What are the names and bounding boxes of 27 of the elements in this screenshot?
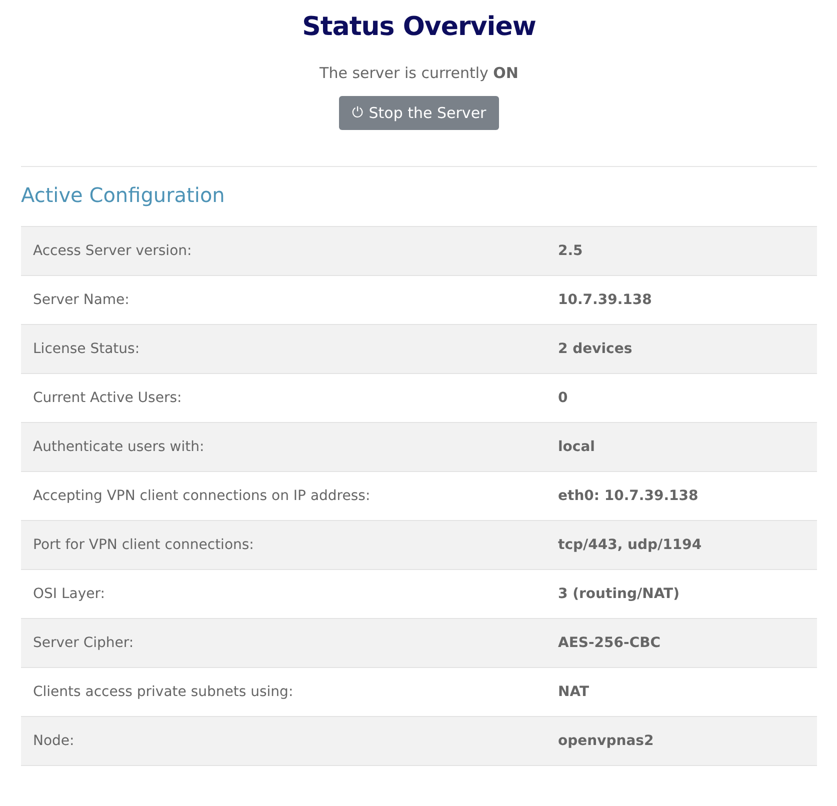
config-label: Port for VPN client connections: xyxy=(32,537,255,553)
config-value: tcp/443, udp/1194 xyxy=(558,537,703,553)
server-status-text: The server is currently ON xyxy=(320,64,518,82)
config-label: Authenticate users with: xyxy=(32,439,206,455)
config-value: 0 xyxy=(558,390,569,406)
config-value: 2.5 xyxy=(558,243,584,259)
config-value: AES-256-CBC xyxy=(558,635,662,651)
config-label: Current Active Users: xyxy=(32,390,183,406)
power-icon: ⏻ xyxy=(352,105,363,121)
config-label: Server Cipher: xyxy=(32,635,135,651)
config-label: Server Name: xyxy=(32,292,130,308)
config-label: Clients access private subnets using: xyxy=(32,684,294,700)
config-value: local xyxy=(558,439,596,455)
config-value: openvpnas2 xyxy=(558,733,655,749)
config-value: NAT xyxy=(558,684,590,700)
config-value: 3 (routing/NAT) xyxy=(558,586,681,602)
config-label: License Status: xyxy=(32,341,141,357)
config-label: OSI Layer: xyxy=(32,586,106,602)
config-label: Access Server version: xyxy=(32,243,193,259)
stop-server-button[interactable]: ⏻ Stop the Server xyxy=(338,96,500,130)
config-label: Accepting VPN client connections on IP address: xyxy=(32,488,372,504)
page-title: Status Overview xyxy=(302,12,536,42)
config-label: Node: xyxy=(32,733,76,749)
config-value: 2 devices xyxy=(558,341,634,357)
section-title: Active Configuration xyxy=(21,183,226,207)
config-value: 10.7.39.138 xyxy=(558,292,653,308)
config-value: eth0: 10.7.39.138 xyxy=(558,488,700,504)
